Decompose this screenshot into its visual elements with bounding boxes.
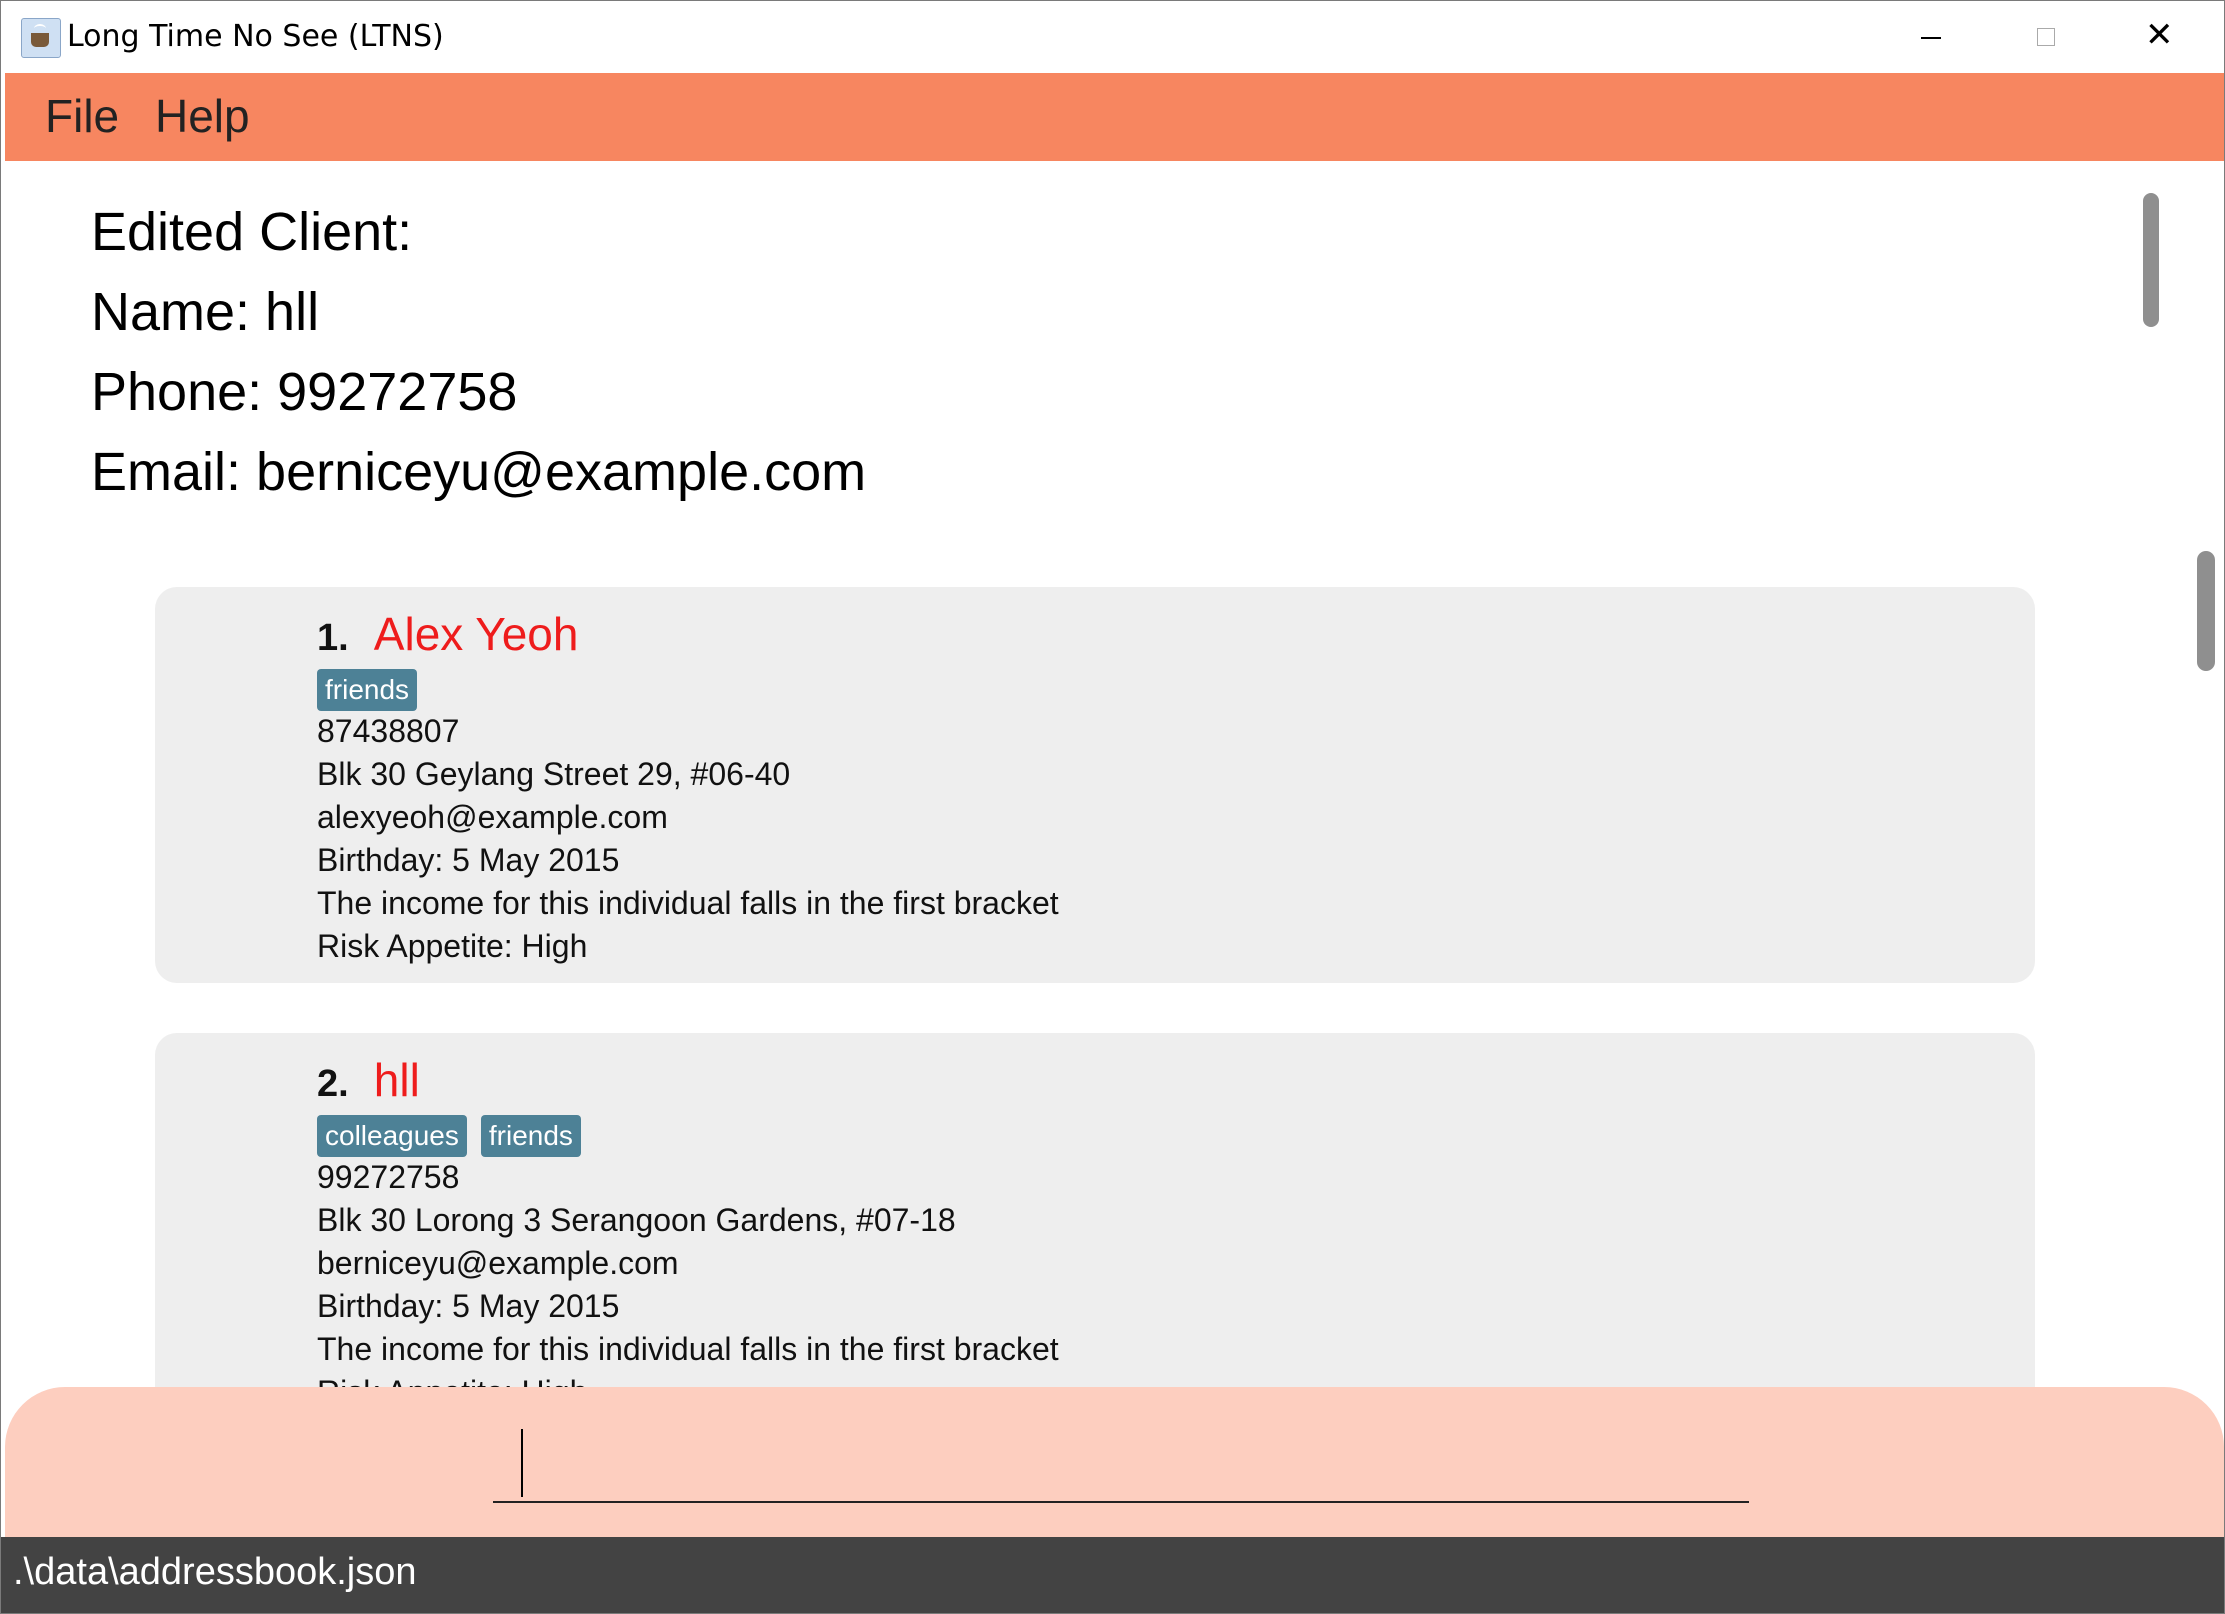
status-bar: .\data\addressbook.json	[1, 1537, 2224, 1613]
client-card[interactable]: 2. hll colleagues friends 99272758 Blk 30…	[155, 1033, 2035, 1391]
window-title: Long Time No See (LTNS)	[67, 19, 444, 54]
list-scrollbar-thumb[interactable]	[2197, 551, 2215, 671]
tag-badge: friends	[480, 1115, 581, 1157]
save-file-path: .\data\addressbook.json	[13, 1551, 417, 1593]
command-input[interactable]	[493, 1407, 1749, 1503]
client-card[interactable]: 1. Alex Yeoh friends 87438807 Blk 30 Gey…	[155, 587, 2035, 983]
close-icon: ✕	[2145, 15, 2174, 55]
client-header: 2. hll	[317, 1053, 420, 1107]
client-income: The income for this individual falls in …	[317, 1331, 1059, 1367]
client-index: 1.	[317, 617, 349, 659]
title-bar[interactable]: Long Time No See (LTNS) ✕	[1, 1, 2224, 73]
client-index: 2.	[317, 1063, 349, 1105]
client-phone: 99272758	[317, 1159, 460, 1195]
client-address: Blk 30 Lorong 3 Serangoon Gardens, #07-1…	[317, 1202, 956, 1238]
client-risk: Risk Appetite: High	[317, 928, 588, 964]
client-address: Blk 30 Geylang Street 29, #06-40	[317, 756, 791, 792]
client-birthday: Birthday: 5 May 2015	[317, 1288, 620, 1324]
menu-help[interactable]: Help	[155, 89, 250, 143]
result-scrollbar-thumb[interactable]	[2143, 193, 2159, 327]
menu-bar: File Help	[5, 73, 2224, 161]
client-income: The income for this individual falls in …	[317, 885, 1059, 921]
result-display: Edited Client: Name: hll Phone: 99272758…	[5, 161, 2145, 521]
minimize-icon	[1921, 37, 1941, 39]
tag-badge: colleagues	[317, 1115, 467, 1157]
minimize-button[interactable]	[1873, 1, 1989, 73]
client-name: Alex Yeoh	[373, 608, 579, 660]
maximize-icon	[2037, 28, 2055, 46]
app-coffee-icon	[21, 18, 61, 58]
tag-list: friends	[317, 669, 431, 711]
client-email: berniceyu@example.com	[317, 1245, 679, 1281]
app-window: Long Time No See (LTNS) ✕ File Help Edit…	[0, 0, 2225, 1614]
result-line: Name: hll	[91, 282, 320, 342]
client-header: 1. Alex Yeoh	[317, 607, 578, 661]
client-list: 1. Alex Yeoh friends 87438807 Blk 30 Gey…	[5, 521, 2224, 1391]
tag-list: colleagues friends	[317, 1115, 595, 1157]
client-email: alexyeoh@example.com	[317, 799, 668, 835]
command-box	[5, 1387, 2224, 1539]
text-caret	[521, 1429, 523, 1497]
tag-badge: friends	[317, 669, 418, 711]
result-line: Edited Client:	[91, 202, 413, 262]
client-name: hll	[373, 1054, 420, 1106]
result-line: Phone: 99272758	[91, 362, 518, 422]
client-phone: 87438807	[317, 713, 460, 749]
result-line: Email: berniceyu@example.com	[91, 442, 867, 502]
close-button[interactable]: ✕	[2105, 1, 2221, 73]
client-birthday: Birthday: 5 May 2015	[317, 842, 620, 878]
maximize-button[interactable]	[1989, 1, 2105, 73]
menu-file[interactable]: File	[45, 89, 119, 143]
